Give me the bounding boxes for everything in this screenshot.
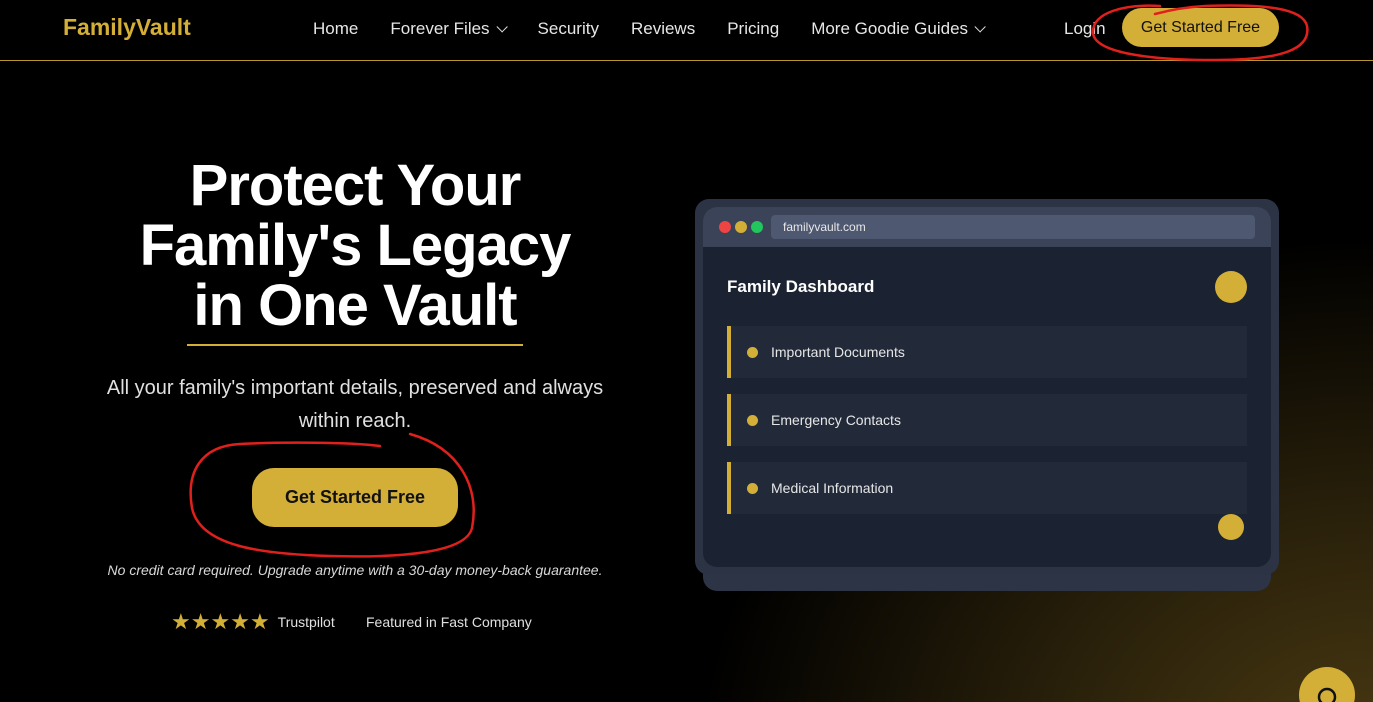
star-icon: ★ — [171, 609, 191, 634]
hero-get-started-button[interactable]: Get Started Free — [252, 468, 458, 527]
nav-security-label: Security — [537, 19, 599, 38]
browser-bar: familyvault.com — [703, 207, 1271, 247]
close-dot-icon — [719, 221, 731, 233]
dashboard-mockup: familyvault.com Family Dashboard Importa… — [703, 207, 1271, 567]
top-navbar: FamilyVault Home Forever Files Security … — [0, 0, 1373, 61]
nav-home-label: Home — [313, 19, 359, 38]
nav-forever-files[interactable]: Forever Files — [390, 19, 508, 39]
nav-reviews-label: Reviews — [630, 19, 696, 38]
no-credit-card-note: No credit card required. Upgrade anytime… — [107, 562, 603, 578]
hero-title-line2: Family's Legacy — [139, 213, 572, 278]
nav-more-goodie-guides[interactable]: More Goodie Guides — [811, 19, 986, 39]
chevron-down-icon — [496, 21, 508, 33]
minimize-dot-icon — [735, 221, 747, 233]
bullet-icon — [747, 414, 758, 426]
nav-reviews[interactable]: Reviews — [631, 19, 695, 39]
star-icon: ★ — [210, 609, 231, 634]
nav-forever-files-label: Forever Files — [390, 19, 490, 38]
chevron-down-icon — [974, 21, 986, 33]
dashboard-item: Emergency Contacts — [727, 394, 1247, 446]
search-icon — [1317, 687, 1337, 702]
login-link[interactable]: Login — [1064, 19, 1106, 39]
title-underline — [187, 344, 523, 346]
nav-pricing-label: Pricing — [727, 19, 780, 38]
hero-title-line3: in One Vault — [193, 273, 517, 338]
trustpilot-label: Trustpilot — [277, 614, 335, 630]
bullet-icon — [747, 482, 758, 494]
browser-url: familyvault.com — [771, 215, 1255, 239]
dashboard-item-label: Important Documents — [771, 344, 905, 360]
bullet-icon — [747, 346, 758, 358]
hero-title: Protect Your Family's Legacy in One Vaul… — [105, 156, 605, 336]
trustpilot-rating: ★ ★ ★ ★ ★ Trustpilot — [171, 609, 335, 634]
avatar-icon — [1215, 271, 1247, 303]
dashboard-item-label: Medical Information — [771, 480, 894, 496]
star-icon: ★ — [249, 609, 270, 634]
dashboard-item: Medical Information — [727, 462, 1247, 514]
nav-more-goodie-guides-label: More Goodie Guides — [811, 19, 969, 38]
floating-dot-icon — [1218, 514, 1244, 540]
chat-search-icon[interactable] — [1299, 667, 1355, 702]
star-icon: ★ — [230, 609, 250, 634]
nav-home[interactable]: Home — [313, 19, 358, 39]
dashboard-item: Important Documents — [727, 326, 1247, 378]
brand-logo[interactable]: FamilyVault — [63, 14, 191, 41]
hero-subtitle: All your family's important details, pre… — [106, 377, 604, 432]
nav-pricing[interactable]: Pricing — [727, 19, 779, 39]
dashboard-title: Family Dashboard — [727, 277, 875, 296]
hero-title-line1: Protect Your — [189, 153, 522, 218]
maximize-dot-icon — [751, 221, 763, 233]
nav-security[interactable]: Security — [538, 19, 599, 39]
nav-links: Home Forever Files Security Reviews Pric… — [313, 19, 986, 39]
nav-get-started-button[interactable]: Get Started Free — [1122, 8, 1279, 47]
dashboard-item-label: Emergency Contacts — [771, 412, 901, 428]
featured-in-label: Featured in Fast Company — [366, 614, 532, 630]
star-icon: ★ — [190, 609, 211, 634]
